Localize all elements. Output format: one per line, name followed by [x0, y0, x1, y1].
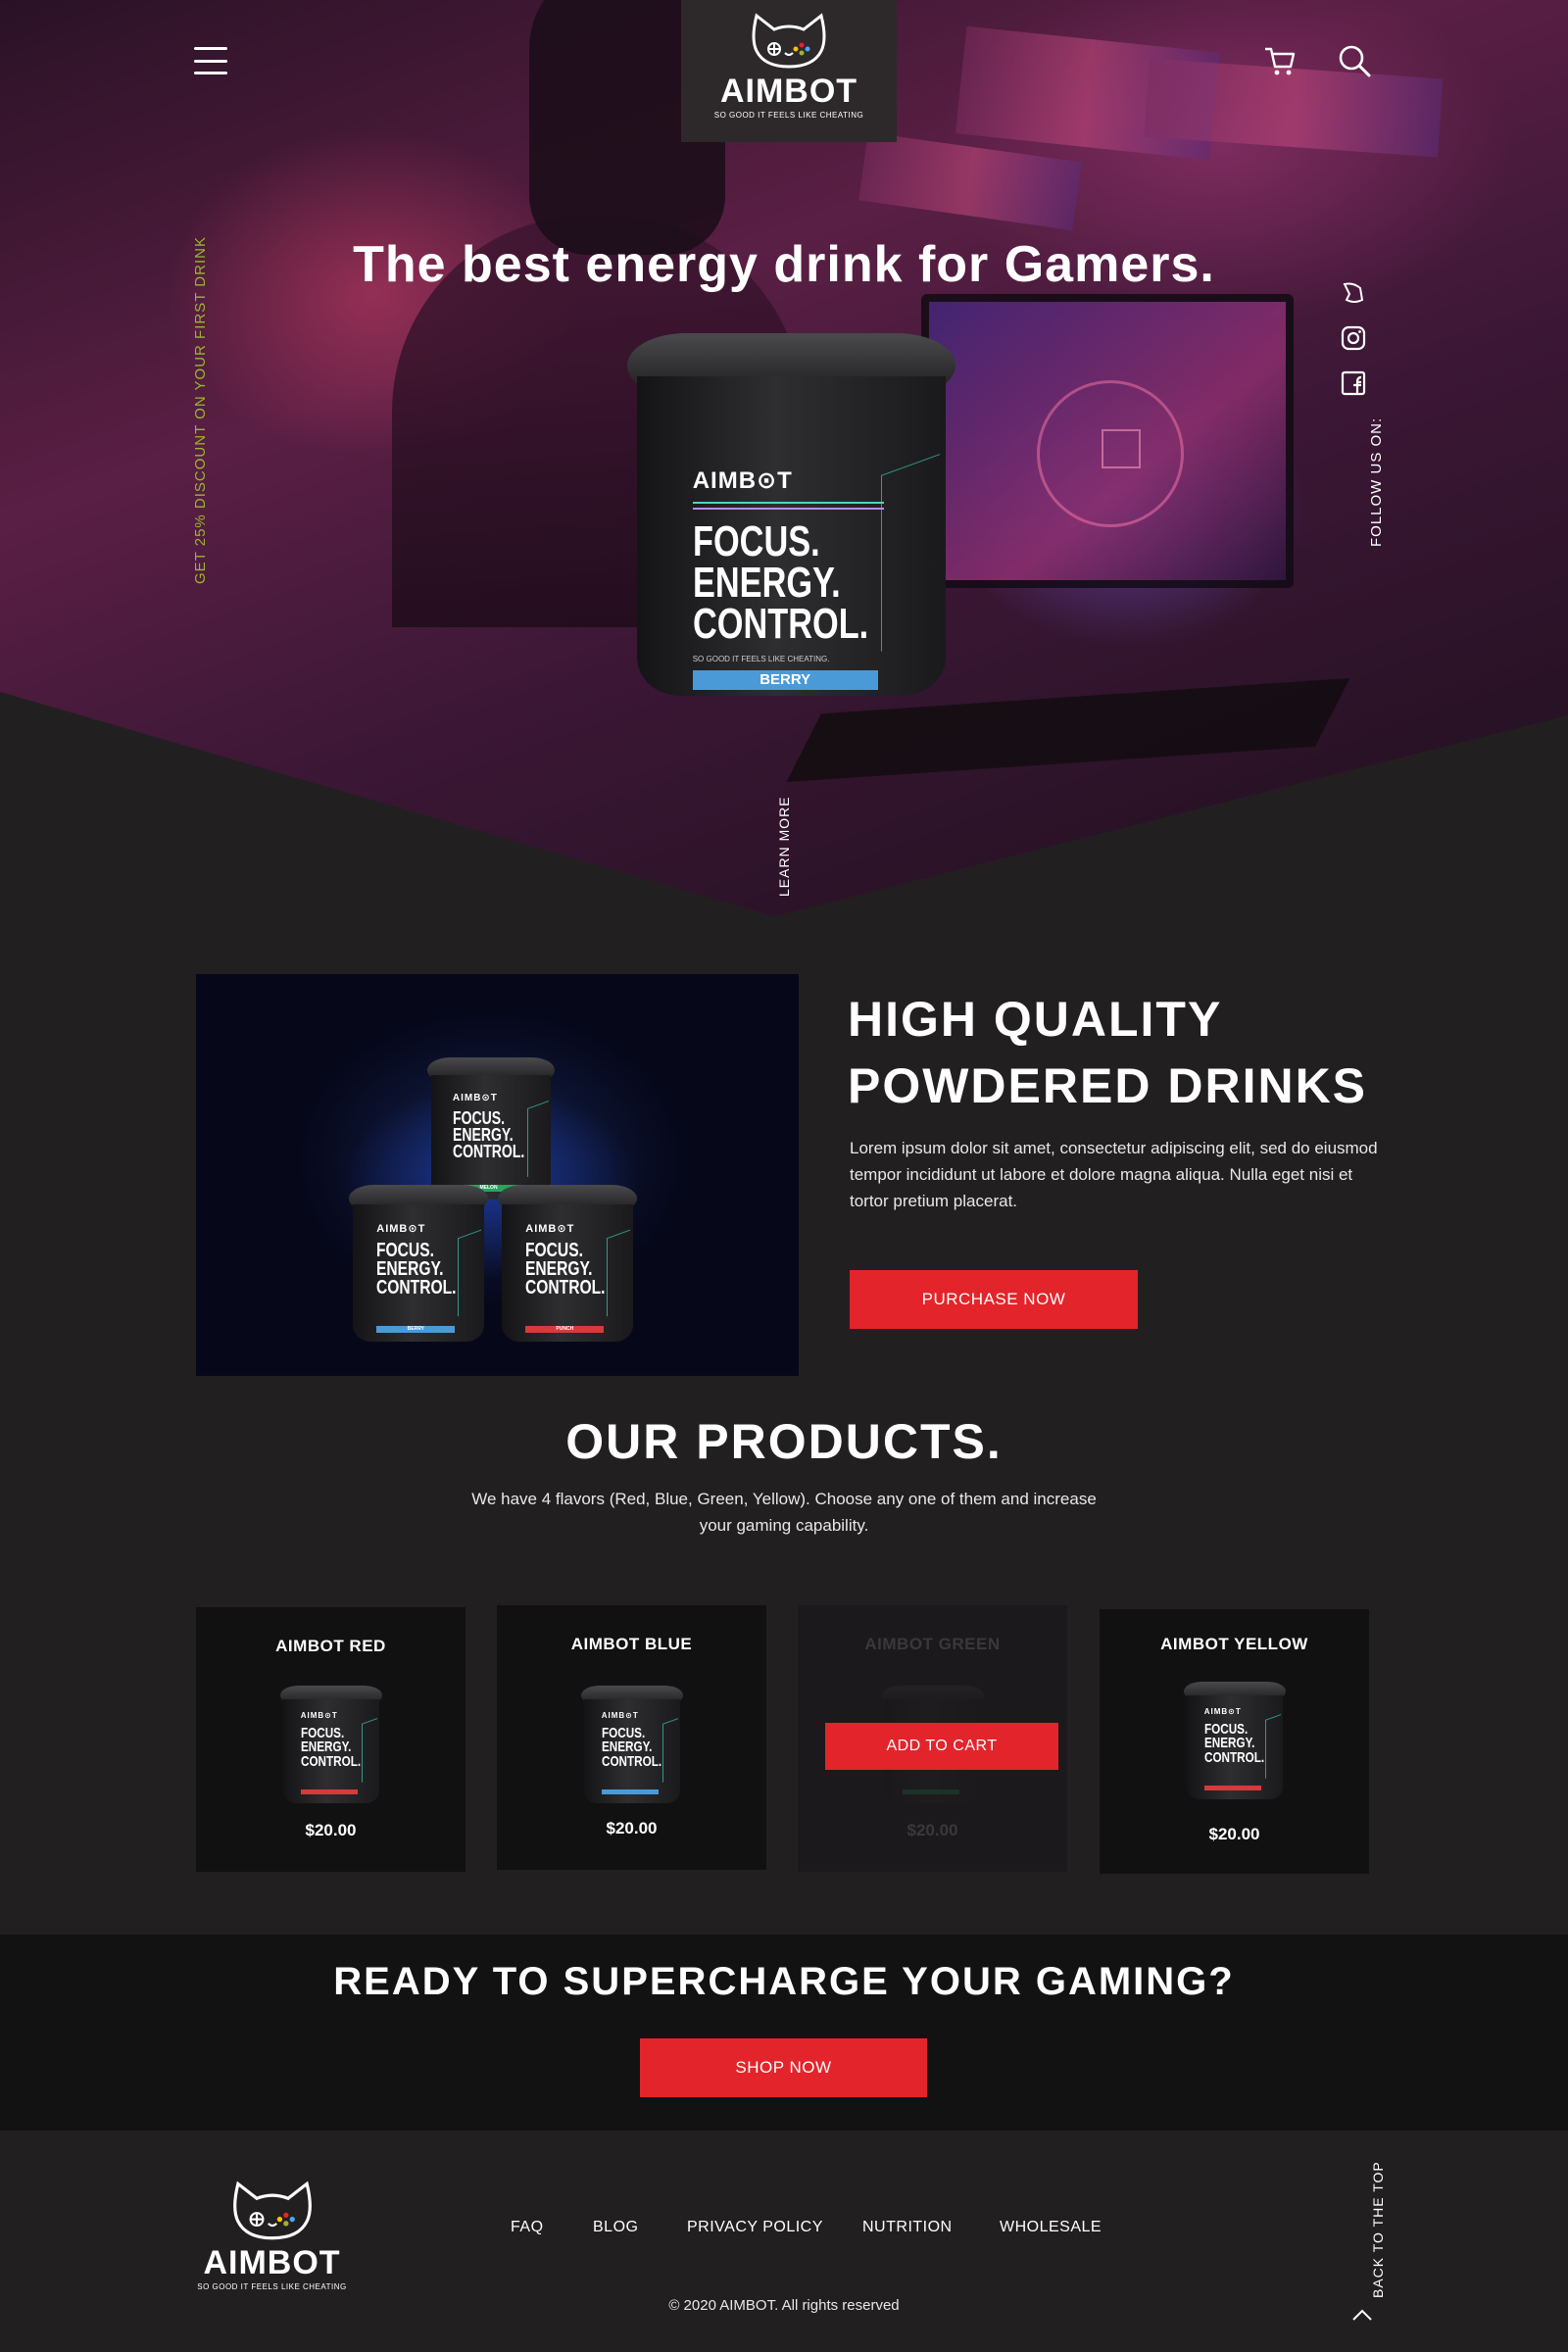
chevron-up-icon[interactable]	[1350, 2307, 1374, 2323]
stack-jar-flavor: BERRY	[376, 1326, 456, 1333]
products-description: We have 4 flavors (Red, Blue, Green, Yel…	[471, 1490, 1097, 1535]
jar-tagline: SO GOOD IT FEELS LIKE CHEATING.	[692, 655, 830, 663]
quality-title-line1: HIGH QUALITY	[848, 992, 1223, 1047]
product-jar: AIMB⊙T FOCUS. ENERGY. CONTROL.	[581, 1686, 683, 1803]
hamburger-menu-icon[interactable]	[194, 47, 227, 74]
footer-link-faq[interactable]: FAQ	[511, 2219, 544, 2236]
product-card-yellow[interactable]: AIMBOT YELLOW AIMB⊙T FOCUS. ENERGY. CONTRO…	[1100, 1609, 1369, 1874]
footer-link-nutrition[interactable]: NUTRITION	[862, 2219, 953, 2236]
footer-logo-tagline: SO GOOD IT FEELS LIKE CHEATING	[197, 2282, 347, 2291]
product-price: $20.00	[1208, 1825, 1260, 1843]
hero-title: The best energy drink for Gamers.	[353, 236, 1215, 293]
product-name: AIMBOT RED	[275, 1637, 386, 1655]
product-jar: AIMB⊙T FOCUS. ENERGY. CONTROL.	[280, 1686, 382, 1803]
product-price: $20.00	[906, 1821, 958, 1839]
product-stack-image: AIMB⊙T FOCUS. ENERGY. CONTROL. MELON AIMB⊙…	[196, 974, 799, 1376]
instagram-icon[interactable]	[1341, 325, 1366, 351]
purchase-now-button[interactable]: PURCHASE NOW	[850, 1270, 1138, 1329]
hero-product-jar: AIMB⊙T FOCUS. ENERGY. CONTROL. SO GOOD I…	[627, 333, 956, 696]
quality-description: Lorem ipsum dolor sit amet, consectetur …	[850, 1139, 1378, 1210]
jar-line-energy: ENERGY.	[692, 558, 841, 607]
footer-link-privacy-policy[interactable]: PRIVACY POLICY	[687, 2219, 823, 2236]
product-price: $20.00	[606, 1819, 658, 1838]
logo-tagline: SO GOOD IT FEELS LIKE CHEATING	[713, 111, 864, 120]
product-card-blue[interactable]: AIMBOT BLUE AIMB⊙T FOCUS. ENERGY. CONTROL.…	[497, 1605, 766, 1870]
jar-line-focus: FOCUS.	[692, 517, 820, 565]
background-screen	[858, 132, 1082, 230]
product-name: AIMBOT BLUE	[570, 1635, 693, 1653]
cat-controller-logo-icon	[232, 2180, 312, 2240]
stack-jar-melon: AIMB⊙T FOCUS. ENERGY. CONTROL. MELON	[427, 1057, 555, 1200]
footer-logo-text: AIMBOT	[203, 2244, 341, 2281]
products-title: OUR PRODUCTS.	[565, 1414, 1003, 1469]
shop-now-button[interactable]: SHOP NOW	[640, 2038, 927, 2097]
background-monitor	[921, 294, 1294, 588]
jar-flavor-label: BERRY	[692, 670, 878, 690]
product-name: AIMBOT YELLOW	[1160, 1635, 1308, 1653]
product-card-green[interactable]: AIMBOT GREEN ADD TO CART $20.00	[798, 1605, 1067, 1872]
cta-section: READY TO SUPERCHARGE YOUR GAMING? SHOP N…	[0, 1935, 1568, 2131]
product-price: $20.00	[305, 1821, 357, 1839]
learn-more-link[interactable]: LEARN MORE	[776, 796, 792, 897]
product-jar: AIMB⊙T FOCUS. ENERGY. CONTROL.	[1184, 1682, 1286, 1799]
stack-jar-berry: AIMB⊙T FOCUS. ENERGY. CONTROL. BERRY	[349, 1185, 488, 1342]
header-logo[interactable]: AIMBOT SO GOOD IT FEELS LIKE CHEATING	[681, 0, 897, 142]
quality-title: HIGH QUALITY POWDERED DRINKS	[848, 986, 1367, 1119]
cat-controller-logo-icon	[752, 13, 826, 69]
product-card-red[interactable]: AIMBOT RED AIMB⊙T FOCUS. ENERGY. CONTROL. …	[196, 1607, 466, 1872]
product-name: AIMBOT GREEN	[864, 1635, 1001, 1653]
hero-section: AIMBOT SO GOOD IT FEELS LIKE CHEATING Th…	[0, 0, 1568, 916]
shopping-cart-icon[interactable]	[1262, 43, 1298, 78]
copyright-text: © 2020 AIMBOT. All rights reserved	[668, 2297, 900, 2314]
facebook-icon[interactable]	[1341, 370, 1366, 396]
add-to-cart-button[interactable]: ADD TO CART	[825, 1723, 1058, 1770]
stack-jar-flavor: PUNCH	[525, 1326, 605, 1333]
search-icon[interactable]	[1337, 43, 1372, 78]
footer-link-wholesale[interactable]: WHOLESALE	[1000, 2219, 1102, 2236]
back-to-top-link[interactable]: BACK TO THE TOP	[1370, 2161, 1386, 2298]
logo-text: AIMBOT	[719, 73, 858, 110]
jar-brand: AIMB⊙T	[692, 467, 793, 494]
footer-link-blog[interactable]: BLOG	[593, 2219, 638, 2236]
stack-jar-punch: AIMB⊙T FOCUS. ENERGY. CONTROL. PUNCH	[498, 1185, 637, 1342]
cta-title: READY TO SUPERCHARGE YOUR GAMING?	[333, 1960, 1235, 2003]
follow-us-label: FOLLOW US ON:	[1368, 416, 1385, 547]
quality-title-line2: POWDERED DRINKS	[848, 1058, 1368, 1113]
footer-logo[interactable]: AIMBOT SO GOOD IT FEELS LIKE CHEATING	[196, 2178, 348, 2295]
discord-icon[interactable]	[1341, 280, 1366, 306]
jar-line-control: CONTROL.	[692, 599, 868, 648]
promo-discount-link[interactable]: GET 25% DISCOUNT ON YOUR FIRST DRINK	[192, 236, 209, 584]
